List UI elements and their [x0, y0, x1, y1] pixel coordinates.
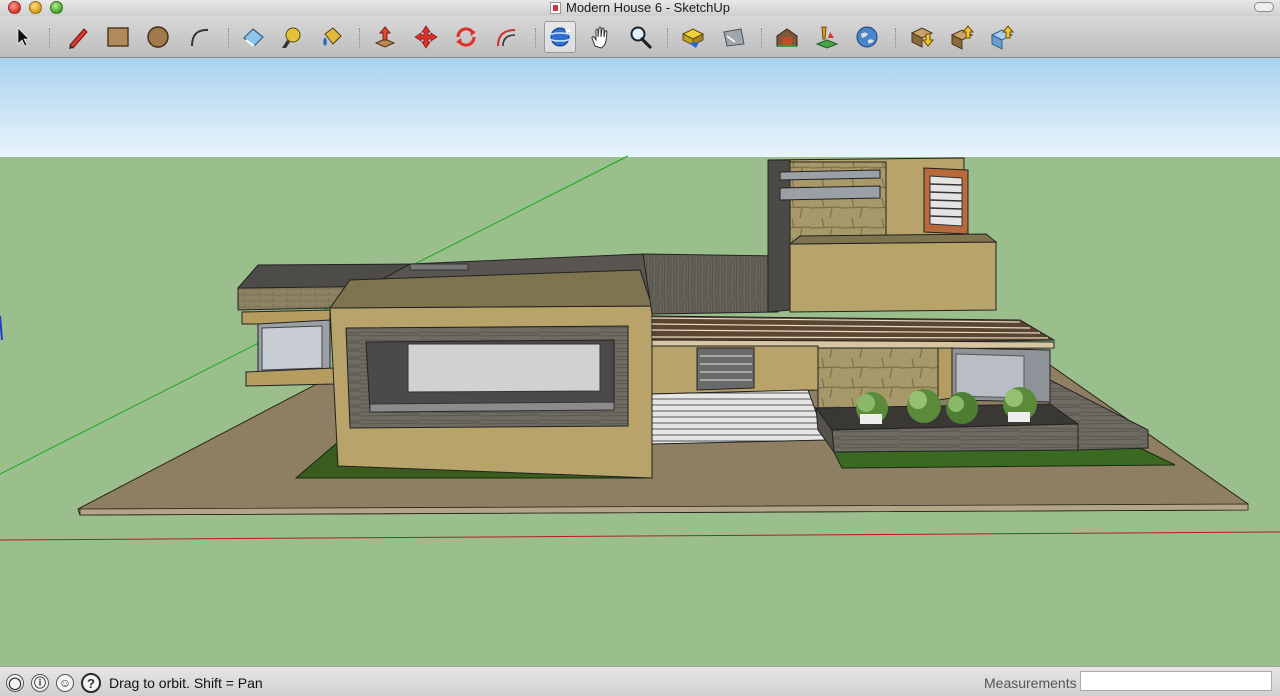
entry-door	[696, 347, 755, 391]
tape-measure-icon	[282, 27, 301, 48]
tape-measure-tool-button[interactable]	[276, 21, 308, 53]
upper-tower	[767, 157, 998, 313]
pan-tool-button[interactable]	[584, 21, 616, 53]
user-icon[interactable]: ☺	[56, 674, 74, 692]
skylight	[409, 263, 469, 271]
previous-view-tool-button[interactable]	[718, 21, 750, 53]
circle-tool-button[interactable]	[142, 21, 174, 53]
offset-tool-button[interactable]	[490, 21, 522, 53]
rotate-tool-button[interactable]	[450, 21, 482, 53]
rotate-icon	[456, 27, 476, 47]
measurements-input[interactable]	[1080, 671, 1272, 691]
share-model-tool-button[interactable]	[946, 21, 978, 53]
paint-bucket-tool-button[interactable]	[316, 21, 348, 53]
toolbar-toggle-button[interactable]	[1254, 2, 1274, 12]
model-viewport[interactable]	[0, 58, 1280, 666]
status-bar: ◯ ⓘ ☺ ? Drag to orbit. Shift = Pan Measu…	[0, 666, 1280, 696]
scene-canvas[interactable]	[0, 58, 1280, 666]
push-pull-icon	[374, 26, 396, 48]
orbit-tool-button[interactable]	[544, 21, 576, 53]
hand-icon	[591, 26, 608, 49]
previous-view-icon	[723, 28, 745, 47]
front-block	[329, 269, 653, 479]
title-bar: Modern House 6 - SketchUp	[0, 0, 1280, 16]
geolocation-icon[interactable]: ◯	[6, 674, 24, 692]
measurements-label: Measurements	[984, 675, 1077, 691]
share-model-icon	[950, 25, 975, 50]
globe-icon	[856, 26, 878, 48]
zoom-extents-icon	[681, 28, 705, 48]
magnifier-icon	[630, 26, 652, 49]
arrow-cursor-icon	[17, 27, 30, 47]
share-component-tool-button[interactable]	[986, 21, 1018, 53]
eraser-tool-button[interactable]	[237, 21, 269, 53]
select-tool-button[interactable]	[8, 21, 40, 53]
help-icon[interactable]: ?	[81, 673, 101, 693]
share-component-icon	[990, 25, 1015, 50]
corridor-wall	[642, 253, 779, 315]
warehouse-tool-button[interactable]	[771, 21, 803, 53]
move-icon	[414, 25, 438, 49]
arc-tool-button[interactable]	[183, 21, 215, 53]
status-message: Drag to orbit. Shift = Pan	[109, 675, 263, 691]
window-title: Modern House 6 - SketchUp	[565, 0, 731, 15]
circle-icon	[147, 26, 169, 48]
get-models-tool-button[interactable]	[906, 21, 938, 53]
warehouse-icon	[776, 28, 798, 47]
rectangle-icon	[107, 27, 129, 47]
place-model-tool-button[interactable]	[811, 21, 843, 53]
place-model-icon	[815, 26, 839, 49]
toolbar	[0, 16, 1280, 58]
sky	[0, 58, 1280, 158]
pencil-icon	[69, 28, 88, 49]
orbit-icon	[547, 27, 573, 47]
sketchup-window: Modern House 6 - SketchUp ◯ ⓘ ☺ ? Drag t…	[0, 0, 1280, 696]
push-pull-tool-button[interactable]	[369, 21, 401, 53]
arc-icon	[191, 28, 209, 47]
paint-bucket-icon	[323, 27, 342, 46]
zoom-extents-tool-button[interactable]	[677, 21, 709, 53]
entry-steps	[651, 389, 827, 445]
get-models-icon	[910, 27, 935, 48]
document-icon	[549, 2, 561, 14]
offset-icon	[497, 29, 516, 47]
credits-icon[interactable]: ⓘ	[31, 674, 49, 692]
rectangle-tool-button[interactable]	[102, 21, 134, 53]
eraser-icon	[243, 28, 264, 47]
pencil-tool-button[interactable]	[62, 21, 94, 53]
zoom-tool-button[interactable]	[624, 21, 656, 53]
google-earth-tool-button[interactable]	[851, 21, 883, 53]
move-tool-button[interactable]	[410, 21, 442, 53]
